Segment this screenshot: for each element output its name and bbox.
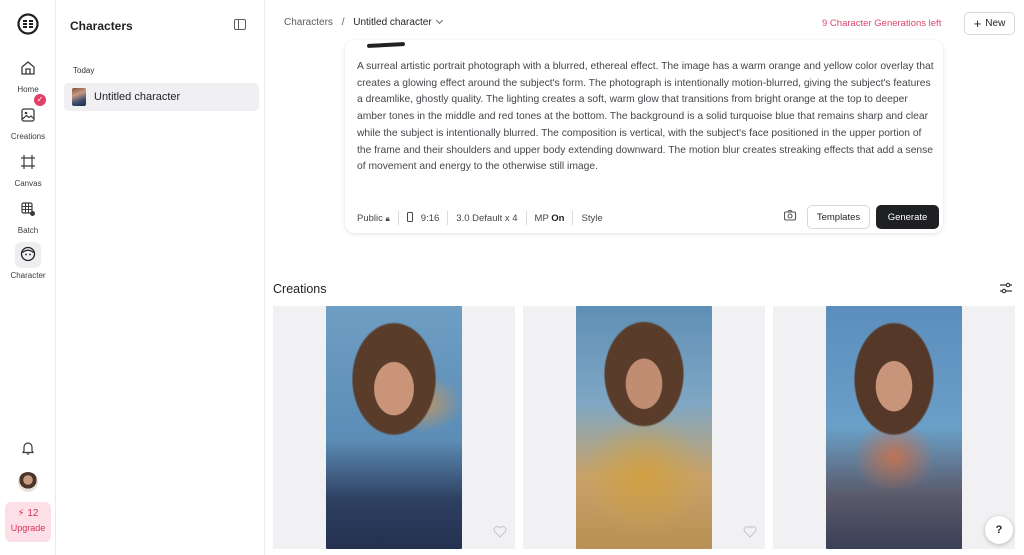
creation-image <box>826 306 962 549</box>
upgrade-button[interactable]: ⚡ 12 Upgrade <box>5 502 51 542</box>
prompt-card: A surreal artistic portrait photograph w… <box>345 40 943 233</box>
generate-button[interactable]: Generate <box>876 205 939 229</box>
canvas-icon <box>21 154 35 169</box>
lock-icon: 🔒︎ <box>385 213 390 223</box>
nav-canvas-label: Canvas <box>14 179 42 188</box>
model-selector[interactable]: 3.0 Default x 4 <box>456 213 517 224</box>
new-button[interactable]: + New <box>964 12 1015 35</box>
style-selector[interactable]: Style <box>581 213 602 224</box>
main-area: Characters / Untitled character 9 Charac… <box>265 0 1024 555</box>
filter-icon[interactable] <box>999 282 1013 294</box>
creation-tile[interactable] <box>273 306 515 549</box>
nav-character[interactable]: Character <box>0 242 56 280</box>
aspect-label: 9:16 <box>420 213 440 224</box>
visibility-label: Public <box>357 212 383 224</box>
camera-icon[interactable] <box>783 208 797 222</box>
breadcrumb-root[interactable]: Characters <box>284 17 333 28</box>
visibility-toggle[interactable]: Public 🔒︎ <box>357 213 390 224</box>
divider <box>525 211 527 225</box>
home-icon <box>21 60 35 75</box>
creation-tile[interactable] <box>773 306 1015 549</box>
nav-home[interactable]: Home <box>0 56 56 94</box>
nav-character-label: Character <box>10 271 46 280</box>
characters-panel: Characters Today Untitled character <box>56 0 265 555</box>
batch-icon <box>21 201 35 216</box>
phone-icon <box>406 212 413 222</box>
panel-title: Characters <box>70 19 133 33</box>
divider <box>397 211 399 225</box>
app-logo-icon[interactable] <box>16 12 40 36</box>
character-list-item[interactable]: Untitled character <box>64 83 259 111</box>
breadcrumb-current[interactable]: Untitled character <box>353 17 431 28</box>
nav-rail: Home ✓ Creations Canvas Batch Character … <box>0 0 56 555</box>
prompt-options: Public 🔒︎ 9:16 3.0 Default x 4 MP On Sty… <box>357 211 603 225</box>
image-icon <box>21 107 35 122</box>
creation-image <box>326 306 462 549</box>
nav-home-label: Home <box>17 85 39 94</box>
creation-image <box>576 306 712 549</box>
nav-creations-label: Creations <box>10 132 46 141</box>
divider <box>572 211 574 225</box>
generations-left: 9 Character Generations left <box>822 18 942 29</box>
scroll-handle <box>366 42 406 48</box>
mp-label: MP <box>534 212 549 224</box>
mp-toggle[interactable]: MP On <box>535 213 565 224</box>
avatar[interactable] <box>18 472 38 492</box>
character-item-label: Untitled character <box>94 91 181 103</box>
prompt-text[interactable]: A surreal artistic portrait photograph w… <box>357 59 935 176</box>
upgrade-label: Upgrade <box>10 523 46 533</box>
character-icon <box>20 246 36 261</box>
chevron-down-icon[interactable] <box>435 16 443 25</box>
heart-icon[interactable] <box>493 525 507 538</box>
bolt-icon: ⚡ <box>17 508 25 519</box>
breadcrumb: Characters / Untitled character <box>284 16 443 28</box>
breadcrumb-separator: / <box>341 17 345 28</box>
help-button[interactable]: ? <box>985 516 1013 544</box>
nav-batch[interactable]: Batch <box>0 197 56 235</box>
new-button-label: New <box>985 18 1006 29</box>
creation-tile[interactable] <box>523 306 765 549</box>
upgrade-count: 12 <box>27 508 39 519</box>
nav-canvas[interactable]: Canvas <box>0 150 56 188</box>
sidebar-toggle-icon[interactable] <box>234 19 246 30</box>
section-today: Today <box>73 66 95 75</box>
aspect-selector[interactable]: 9:16 <box>406 212 440 224</box>
templates-button[interactable]: Templates <box>807 205 870 229</box>
heart-icon[interactable] <box>743 525 757 538</box>
creations-title: Creations <box>273 282 327 296</box>
bell-icon[interactable] <box>20 440 36 456</box>
divider <box>447 211 449 225</box>
mp-value: On <box>551 212 565 224</box>
creations-badge: ✓ <box>34 94 46 106</box>
character-thumbnail <box>72 88 86 106</box>
nav-creations[interactable]: ✓ Creations <box>0 94 56 141</box>
plus-icon: + <box>973 15 982 31</box>
nav-batch-label: Batch <box>17 226 39 235</box>
